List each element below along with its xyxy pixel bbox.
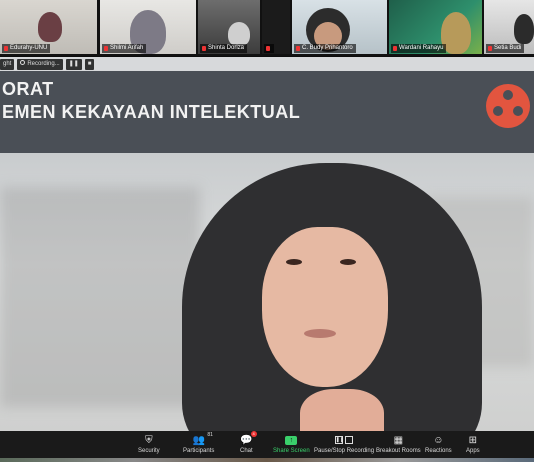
breakout-rooms-label: Breakout Rooms	[376, 448, 421, 454]
apps-icon: ⊞	[468, 434, 478, 446]
chat-label: Chat	[240, 448, 253, 454]
speaker-video: ORAT EMEN KEKAYAAN INTELEKTUAL ght Recor…	[0, 57, 534, 431]
participant-count: 81	[207, 432, 213, 438]
participant-tile[interactable]: Shinta Doriza	[198, 0, 260, 54]
participant-name: Shilmi Arifah	[110, 45, 144, 51]
participant-name-tag	[264, 44, 274, 53]
participants-label: Participants	[183, 448, 215, 454]
pause-stop-label: Pause/Stop Recording	[314, 448, 375, 454]
meeting-toolbar: ⛨ Security 👥 81 Participants 💬 4 Chat ↑ Sh…	[0, 431, 534, 462]
participant-name: C. Budy Prihantoro	[302, 45, 353, 51]
participant-name: Wardani Rahayu	[399, 45, 444, 51]
participant-video	[228, 22, 250, 46]
participant-name: Edurahy-UNU	[10, 45, 48, 51]
muted-mic-icon	[266, 46, 270, 51]
breakout-rooms-button[interactable]: ▦ Breakout Rooms	[376, 433, 421, 456]
participant-tile[interactable]: Edurahy-UNU	[0, 0, 97, 54]
apps-label: Apps	[466, 448, 480, 454]
participant-video	[514, 14, 534, 44]
pause-stop-icon: ❚❚	[334, 433, 354, 447]
pause-recording-button[interactable]: ❚❚	[65, 58, 82, 70]
chat-icon: 💬 4	[240, 431, 257, 446]
participant-tile[interactable]	[262, 0, 290, 54]
participant-tile[interactable]: Shilmi Arifah	[100, 0, 196, 54]
participant-name-tag: Wardani Rahayu	[391, 44, 447, 53]
chat-badge: 4	[250, 431, 257, 437]
participant-name-tag: C. Budy Prihantoro	[294, 44, 356, 53]
speaker-eye	[286, 259, 302, 265]
pause-stop-recording-button[interactable]: ❚❚ Pause/Stop Recording	[314, 433, 374, 456]
reactions-label: Reactions	[425, 448, 452, 454]
chat-button[interactable]: 💬 4 Chat	[240, 431, 257, 456]
share-screen-button[interactable]: ↑ Share Screen	[273, 433, 310, 456]
speaker-mouth	[304, 329, 336, 338]
muted-mic-icon	[202, 46, 206, 51]
muted-mic-icon	[393, 46, 397, 51]
recording-indicator: ght Recording... ❚❚ ■	[0, 58, 95, 70]
participant-name: Setia Budi	[494, 45, 522, 51]
speaker-eye	[340, 259, 356, 265]
reactions-icon: ☺	[433, 434, 444, 446]
security-button[interactable]: ⛨ Security	[138, 433, 160, 456]
muted-mic-icon	[104, 46, 108, 51]
muted-mic-icon	[4, 46, 8, 51]
breakout-rooms-icon: ▦	[393, 434, 404, 446]
recording-left-label: ght	[0, 58, 15, 70]
participant-video	[38, 12, 62, 42]
participant-tile[interactable]: C. Budy Prihantoro	[292, 0, 387, 54]
share-screen-icon: ↑	[285, 433, 298, 447]
muted-mic-icon	[488, 46, 492, 51]
virtual-background-banner: ORAT EMEN KEKAYAAN INTELEKTUAL	[0, 71, 534, 153]
gallery-strip: Edurahy-UNU Shilmi Arifah Shinta Doriza …	[0, 0, 534, 56]
participant-name-tag: Setia Budi	[486, 44, 525, 53]
speaker-hand	[300, 389, 384, 431]
recording-status: Recording...	[17, 58, 63, 70]
security-label: Security	[138, 448, 160, 454]
second-row-thumbnails	[0, 458, 534, 462]
participant-tile[interactable]: Setia Budi	[484, 0, 534, 54]
recording-dot-icon	[20, 60, 26, 66]
participant-name-tag: Edurahy-UNU	[2, 44, 51, 53]
banner-line-1: ORAT	[2, 79, 54, 99]
participant-tile[interactable]: Wardani Rahayu	[389, 0, 482, 54]
banner-line-2: EMEN KEKAYAAN INTELEKTUAL	[2, 102, 301, 122]
recording-status-text: Recording...	[27, 60, 60, 67]
participant-name-tag: Shilmi Arifah	[102, 44, 147, 53]
background-blur	[0, 187, 200, 407]
participants-button[interactable]: 👥 81 Participants	[183, 432, 215, 456]
apps-button[interactable]: ⊞ Apps	[466, 433, 480, 456]
organization-logo	[486, 84, 530, 128]
share-screen-label: Share Screen	[273, 448, 310, 454]
participant-name-tag: Shinta Doriza	[200, 44, 248, 53]
stop-recording-button[interactable]: ■	[84, 58, 95, 70]
participant-name: Shinta Doriza	[208, 45, 245, 51]
reactions-button[interactable]: ☺ Reactions	[425, 433, 452, 456]
shield-icon: ⛨	[145, 434, 153, 446]
muted-mic-icon	[296, 46, 300, 51]
participants-icon: 👥 81	[192, 432, 213, 446]
speaker-face	[262, 227, 388, 387]
